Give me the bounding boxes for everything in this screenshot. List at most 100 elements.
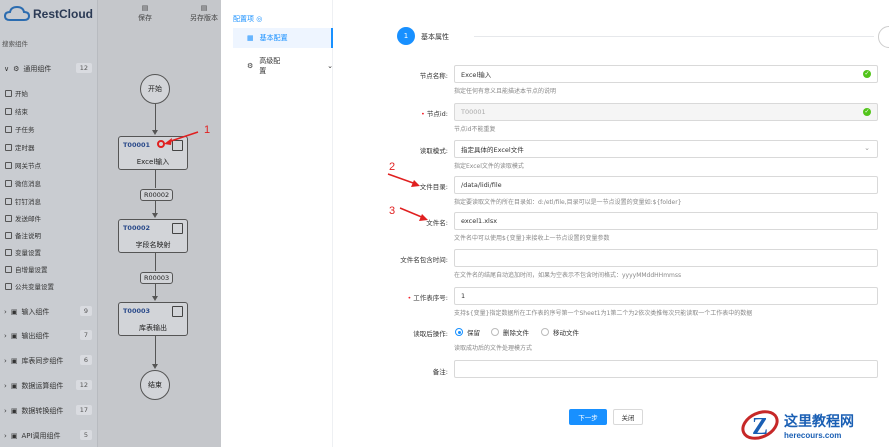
node-id-input[interactable]: T00001 ✓ [454, 103, 878, 121]
connector-line [155, 104, 156, 132]
radio-dot [541, 328, 549, 336]
field-hint: 节点id不能重复 [454, 126, 496, 133]
node-t00003[interactable]: T00003 库表输出 [118, 302, 188, 336]
check-circle-icon: ✓ [863, 108, 871, 116]
node-label: 字段名映射 [135, 241, 171, 249]
chevron-down-icon: ⌄ [327, 62, 333, 70]
component-note[interactable]: 备注说明 [5, 230, 41, 240]
mail-icon [5, 214, 12, 222]
field-label-read-mode: 读取模式: [334, 145, 448, 155]
arrow-down-icon [152, 130, 158, 135]
node-label: Excel输入 [136, 158, 170, 166]
nav-advanced-config[interactable]: ⚙ 高级配置 ⌄ [233, 56, 333, 76]
link-r00002[interactable]: R00002 [140, 189, 174, 201]
config-title: 配置项 ◎ [233, 14, 262, 24]
field-hint: 文件名中可以使用${变量}来接收上一节点设置的变量参数 [454, 235, 610, 242]
flow-canvas[interactable]: ▤ 保存 ▤ 另存版本 开始 T00001 Excel输入 1 R00002 T… [98, 0, 221, 447]
input-value: 1 [461, 292, 466, 300]
section-title: 基本属性 [421, 33, 449, 41]
next-step-button[interactable]: 下一步 [569, 409, 607, 425]
field-label-node-id: • 节点id: [334, 108, 448, 118]
group-count: 12 [75, 63, 92, 73]
group-transform[interactable]: › ▣ 数据转换组件 17 [0, 402, 98, 420]
group-api[interactable]: › ▣ API调用组件 5 [0, 427, 98, 445]
close-button[interactable]: 关闭 [613, 409, 643, 425]
link-r00003[interactable]: R00003 [140, 272, 174, 284]
field-hint: 支持${变量}指定数据所在工作表的序号第一个Sheet1为1第二个为2依次类推每… [454, 310, 753, 317]
group-compute[interactable]: › ▣ 数据运算组件 12 [0, 377, 98, 395]
label-text: 读取后操作: [413, 330, 448, 338]
save-button[interactable]: ▤ 保存 [138, 4, 152, 23]
scroll-edge-button[interactable] [878, 26, 889, 48]
component-email[interactable]: 发送邮件 [5, 213, 41, 223]
group-label: 输出组件 [21, 332, 50, 340]
nav-basic-config[interactable]: ▦ 基本配置 [233, 28, 333, 48]
component-timer[interactable]: 定时器 [5, 142, 35, 152]
radio-move[interactable]: 移动文件 [541, 327, 579, 337]
label-text: 文件名: [426, 219, 448, 227]
component-subtask[interactable]: 子任务 [5, 124, 35, 134]
field-label-file-time: 文件名包含时间: [334, 254, 448, 264]
config-title-text: 配置项 [233, 15, 254, 23]
component-end[interactable]: 结束 [5, 106, 28, 116]
input-value: T00001 [461, 108, 486, 116]
compute-group-icon: ▣ [10, 382, 18, 390]
start-node[interactable]: 开始 [140, 74, 170, 104]
file-time-input[interactable] [454, 249, 878, 267]
group-label: 数据运算组件 [21, 382, 64, 390]
field-hint: 指定Excel文件的读取模式 [454, 163, 524, 170]
arrow-down-icon [152, 213, 158, 218]
chevron-right-icon: › [4, 332, 7, 340]
radio-label: 移动文件 [553, 329, 579, 337]
node-id: T00002 [123, 224, 151, 232]
component-increment[interactable]: 自增量设置 [5, 264, 48, 274]
sheet-index-input[interactable]: 1 [454, 287, 878, 305]
search-components-label[interactable]: 搜索组件 [2, 38, 28, 48]
component-gateway[interactable]: 网关节点 [5, 160, 41, 170]
save-icon: ▤ [141, 4, 149, 12]
component-public-var[interactable]: 公共变量设置 [5, 281, 54, 291]
component-label: 结束 [15, 108, 28, 116]
radio-delete[interactable]: 删除文件 [491, 327, 529, 337]
dingtalk-icon [5, 197, 12, 205]
node-t00002[interactable]: T00002 字段名映射 [118, 219, 188, 253]
end-node[interactable]: 结束 [140, 370, 170, 400]
step-badge: 1 [397, 27, 415, 45]
component-wechat[interactable]: 微信消息 [5, 178, 41, 188]
file-name-input[interactable]: excel1.xlsx [454, 212, 878, 230]
save-label: 保存 [138, 14, 152, 22]
component-var-set[interactable]: 变量设置 [5, 247, 41, 257]
chevron-right-icon: › [4, 308, 7, 316]
output-group-icon: ▣ [10, 332, 18, 340]
node-name-input[interactable]: Excel输入 ✓ [454, 65, 878, 83]
watermark-text: 这里教程网 herecours.com [784, 411, 854, 440]
annotation-number: 1 [204, 124, 211, 136]
component-dingtalk[interactable]: 钉钉消息 [5, 196, 41, 206]
group-count: 7 [79, 330, 92, 340]
gear-icon: ⚙ [247, 62, 254, 70]
group-output[interactable]: › ▣ 输出组件 7 [0, 327, 98, 345]
config-form: 1 基本属性 节点名称: Excel输入 ✓ 指定任何有意义且能描述本节点的说明 … [334, 0, 889, 447]
label-text: 节点名称: [419, 72, 448, 80]
group-input[interactable]: › ▣ 输入组件 9 [0, 303, 98, 321]
check-circle-icon: ✓ [863, 70, 871, 78]
label-text: 节点id: [426, 110, 448, 118]
radio-keep[interactable]: 保留 [455, 327, 480, 337]
group-sync[interactable]: › ▣ 库表同步组件 6 [0, 352, 98, 370]
read-mode-select[interactable]: 指定具体的Excel文件 ⌄ [454, 140, 878, 158]
watermark: Z 这里教程网 herecours.com [740, 405, 854, 445]
component-sidebar: RestCloud 搜索组件 ∨ ⚙ 通用组件 12 开始 结束 子任务 定时器… [0, 0, 98, 447]
save-as-button[interactable]: ▤ 另存版本 [190, 4, 218, 23]
chevron-down-icon: ⌄ [864, 144, 870, 152]
connector-line [155, 170, 156, 188]
file-directory-input[interactable]: /data/lidi/file [454, 176, 878, 194]
save-as-icon: ▤ [200, 4, 208, 12]
chevron-right-icon: › [4, 382, 7, 390]
label-text: 工作表序号: [413, 294, 448, 302]
group-general[interactable]: ∨ ⚙ 通用组件 12 [0, 60, 98, 78]
svg-text:Z: Z [752, 414, 768, 440]
component-start[interactable]: 开始 [5, 88, 28, 98]
group-count: 5 [79, 430, 92, 440]
remark-textarea[interactable] [454, 360, 878, 378]
node-label: 开始 [148, 85, 162, 93]
